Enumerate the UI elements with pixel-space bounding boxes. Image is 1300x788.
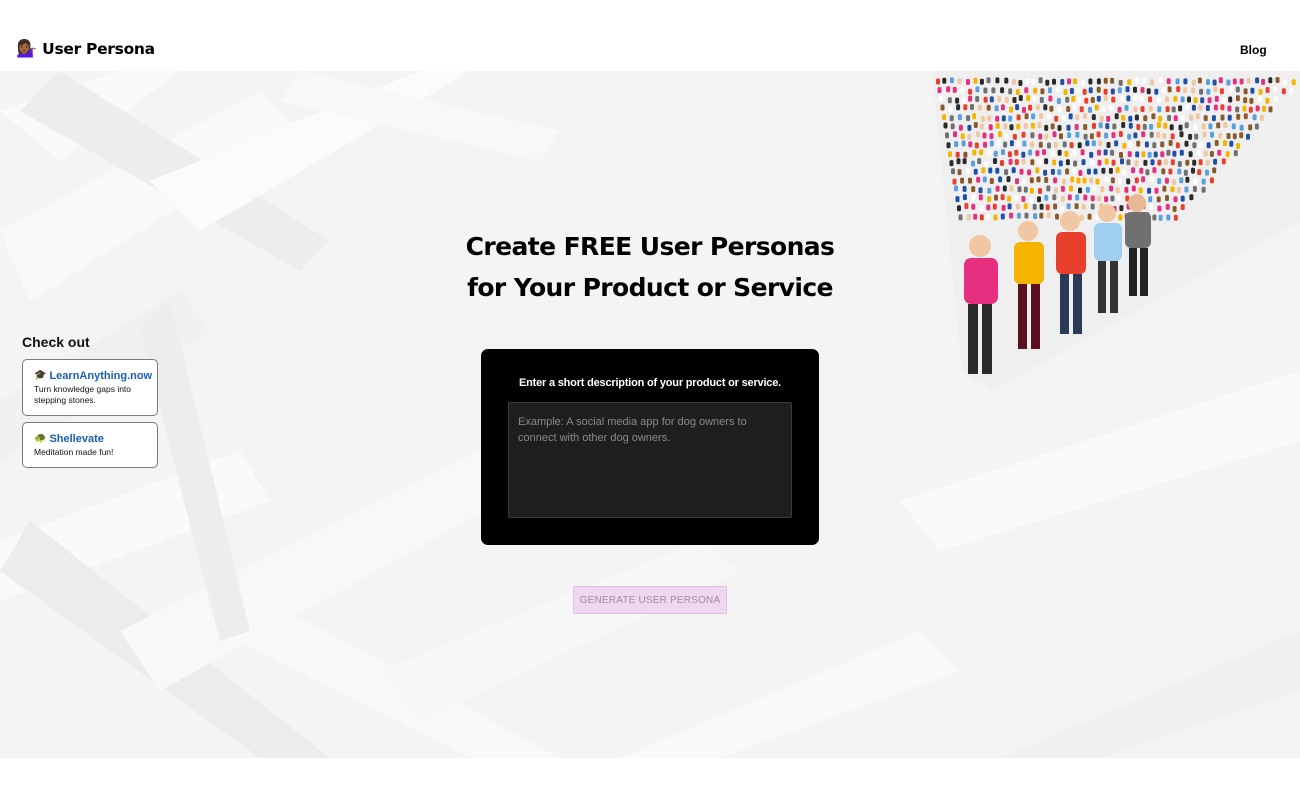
description-panel: Enter a short description of your produc… [481,349,819,545]
check-out-title: Check out [22,334,90,350]
promo-card-title: Shellevate [49,433,104,445]
description-label: Enter a short description of your produc… [518,377,781,389]
headline-line-1: Create FREE User Personas [465,232,835,261]
promo-card-description: Meditation made fun! [34,447,114,457]
turtle-icon: 🐢 [34,433,47,444]
page-headline: Create FREE User Personas for Your Produ… [430,226,870,308]
navbar: 💁🏾‍♀️ User Persona Blog [0,0,1300,71]
persona-emoji-icon: 💁🏾‍♀️ [16,39,38,58]
product-description-input[interactable] [508,402,792,518]
promo-card-title: LearnAnything.now [49,370,153,382]
promo-card-shellevate[interactable]: 🐢 Shellevate Meditation made fun! [22,422,158,468]
headline-line-2: for Your Product or Service [467,273,833,302]
generate-user-persona-button[interactable]: GENERATE USER PERSONA [573,586,727,614]
promo-card-description: Turn knowledge gaps into stepping stones… [34,384,132,405]
crowd-of-people-illustration [932,71,1300,391]
brand-link[interactable]: 💁🏾‍♀️ User Persona [16,39,155,59]
check-out-section: Check out 🎓 LearnAnything.now Turn knowl… [22,334,158,474]
promo-card-learnanything[interactable]: 🎓 LearnAnything.now Turn knowledge gaps … [22,359,158,416]
blog-link[interactable]: Blog [1240,43,1267,57]
hero-section: Check out 🎓 LearnAnything.now Turn knowl… [0,71,1300,758]
brand-name: User Persona [42,40,155,58]
graduation-cap-icon: 🎓 [34,370,47,381]
